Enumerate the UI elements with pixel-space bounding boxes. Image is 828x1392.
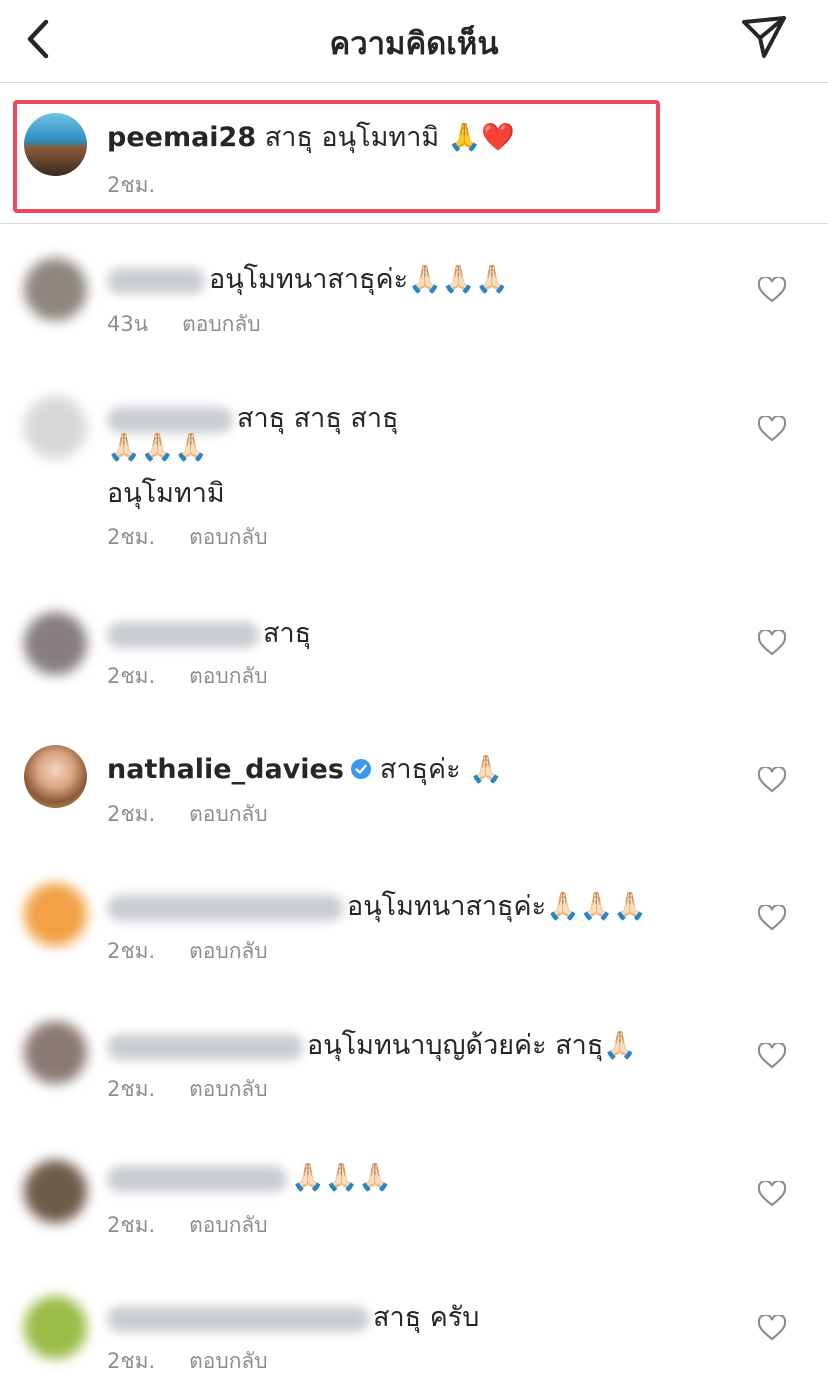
- comment-time: 43น: [107, 312, 149, 336]
- avatar[interactable]: [24, 883, 87, 946]
- avatar[interactable]: [24, 258, 87, 321]
- comment-text: อนุโมทนาสาธุค่ะ🙏🏻🙏🏻🙏🏻: [209, 264, 509, 295]
- heart-icon[interactable]: [758, 1181, 786, 1207]
- post-caption: peemai28 สาธุ อนุโมทามิ 🙏❤️ 2ชม.: [0, 83, 828, 224]
- blurred-username[interactable]: [107, 406, 233, 433]
- comment-time: 2ชม.: [107, 1213, 156, 1237]
- heart-icon[interactable]: [758, 767, 786, 793]
- comment-text-line2: 🙏🏻🙏🏻🙏🏻: [107, 432, 208, 463]
- blurred-username[interactable]: [107, 267, 205, 294]
- blurred-username[interactable]: [107, 1033, 303, 1060]
- reply-button[interactable]: ตอบกลับ: [189, 664, 268, 688]
- comment-text: สาธุ: [263, 618, 312, 649]
- blurred-username[interactable]: [107, 1165, 287, 1192]
- comment-text-line3: อนุโมทามิ: [107, 478, 225, 509]
- heart-icon[interactable]: [758, 1043, 786, 1069]
- blurred-username[interactable]: [107, 1305, 369, 1332]
- heart-icon[interactable]: [758, 277, 786, 303]
- header-bar: ความคิดเห็น: [0, 0, 828, 83]
- reply-button[interactable]: ตอบกลับ: [189, 939, 268, 963]
- reply-button[interactable]: ตอบกลับ: [182, 312, 261, 336]
- reply-button[interactable]: ตอบกลับ: [189, 1077, 268, 1101]
- comment-time: 2ชม.: [107, 1349, 156, 1373]
- comment-time: 2ชม.: [107, 525, 156, 549]
- comment-text: อนุโมทนาสาธุค่ะ🙏🏻🙏🏻🙏🏻: [347, 891, 647, 922]
- verified-badge-icon: [350, 759, 371, 779]
- heart-icon[interactable]: [758, 1315, 786, 1341]
- comment-time: 2ชม.: [107, 664, 156, 688]
- comment-text: 🙏🏻🙏🏻🙏🏻: [291, 1162, 392, 1193]
- avatar[interactable]: [24, 1021, 87, 1084]
- comment-time: 2ชม.: [107, 1077, 156, 1101]
- send-direct-icon[interactable]: [738, 12, 790, 64]
- avatar[interactable]: [24, 612, 87, 675]
- avatar[interactable]: [24, 113, 87, 176]
- heart-icon[interactable]: [758, 905, 786, 931]
- comment-text: อนุโมทนาบุญด้วยค่ะ สาธุ🙏🏻: [307, 1030, 637, 1061]
- comment-text: สาธุ ครับ: [373, 1302, 480, 1333]
- avatar[interactable]: [24, 1296, 87, 1359]
- reply-button[interactable]: ตอบกลับ: [189, 1349, 268, 1373]
- avatar[interactable]: [24, 1160, 87, 1223]
- avatar[interactable]: [24, 396, 87, 459]
- reply-button[interactable]: ตอบกลับ: [189, 802, 268, 826]
- blurred-username[interactable]: [107, 621, 259, 648]
- reply-button[interactable]: ตอบกลับ: [189, 525, 268, 549]
- comment-username[interactable]: nathalie_davies: [107, 754, 344, 785]
- blurred-username[interactable]: [107, 894, 343, 921]
- comment-text: สาธุ สาธุ สาธุ: [237, 403, 399, 434]
- comment-time: 2ชม.: [107, 173, 156, 197]
- reply-button[interactable]: ตอบกลับ: [189, 1213, 268, 1237]
- heart-icon[interactable]: [758, 416, 786, 442]
- avatar[interactable]: [24, 745, 87, 808]
- comment-text: สาธุ อนุโมทามิ 🙏❤️: [264, 122, 515, 153]
- comment-text: สาธุค่ะ 🙏🏻: [379, 754, 503, 785]
- comment-time: 2ชม.: [107, 939, 156, 963]
- comment-username[interactable]: peemai28: [107, 122, 256, 153]
- comment-time: 2ชม.: [107, 802, 156, 826]
- page-title: ความคิดเห็น: [329, 26, 499, 62]
- heart-icon[interactable]: [758, 630, 786, 656]
